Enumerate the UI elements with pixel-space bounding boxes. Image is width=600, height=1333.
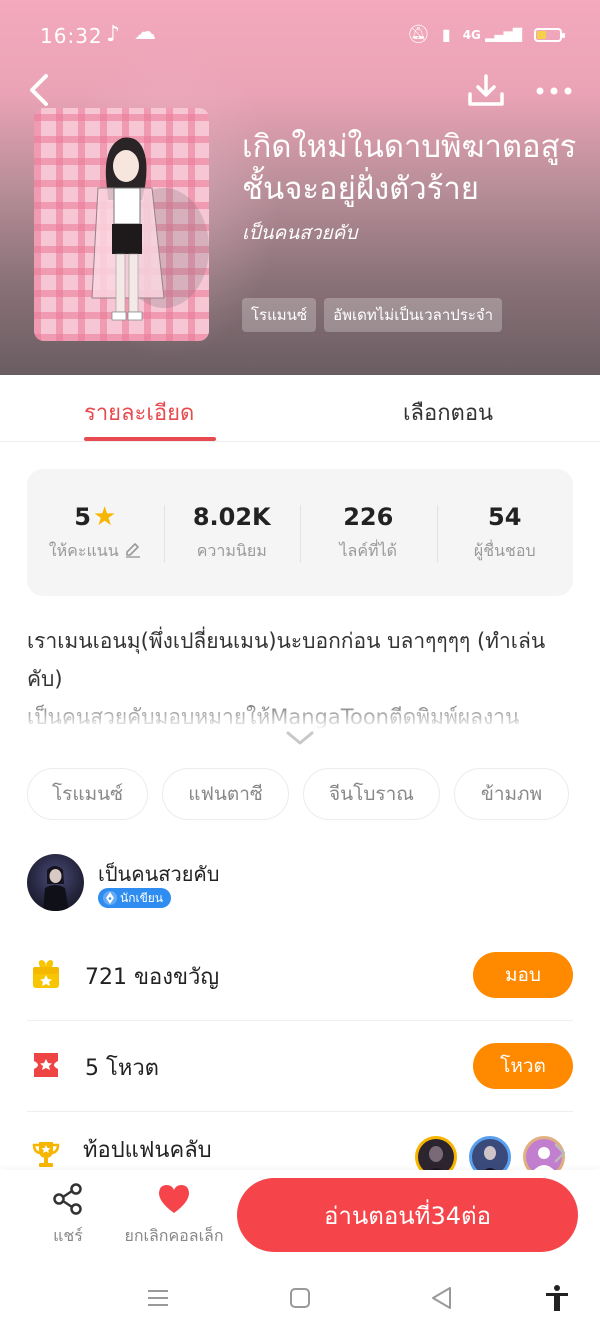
vote-row: 5 โหวต โหวต xyxy=(27,1021,573,1112)
share-button[interactable]: แชร์ xyxy=(38,1182,98,1249)
genre-chip[interactable]: แฟนตาซี xyxy=(162,768,289,820)
vote-label: โหวต xyxy=(106,1056,159,1081)
hero-tags: โรแมนซ์ อัพเดทไม่เป็นเวลาประจำ xyxy=(242,298,503,332)
likes-value: 226 xyxy=(343,503,394,531)
accessibility-icon[interactable] xyxy=(543,1284,571,1312)
description-fade xyxy=(0,690,600,730)
popularity-value: 8.02K xyxy=(192,503,271,531)
genre-chip[interactable]: ข้ามภพ xyxy=(454,768,569,820)
favorites-value: 54 xyxy=(488,503,522,531)
genre-chip[interactable]: จีนโบราณ xyxy=(303,768,440,820)
back-nav-icon[interactable] xyxy=(428,1284,456,1312)
status-bar: 16:32 ♪ ☁ 🔕︎ ▮ 4G ▂▄▆█ xyxy=(0,0,600,72)
cover-image[interactable] xyxy=(34,108,209,341)
vote-ticket-icon xyxy=(34,1053,58,1077)
comic-title: เกิดใหม่ในดาบพิฆาตอสูรชั้นจะอยู่ฝั่งตัวร… xyxy=(242,129,577,207)
heart-icon xyxy=(159,1185,189,1213)
avatar[interactable] xyxy=(27,854,84,911)
favorites-label: ผู้ชื่นชอบ xyxy=(473,541,536,560)
hero-tag-update: อัพเดทไม่เป็นเวลาประจำ xyxy=(324,298,503,332)
vote-count: 5 xyxy=(85,1056,99,1081)
tab-details[interactable]: รายละเอียด xyxy=(84,395,194,430)
fanclub-title: ท้อปแฟนคลับ xyxy=(83,1138,212,1163)
likes-label: ไลค์ที่ได้ xyxy=(339,541,398,560)
popularity-label: ความนิยม xyxy=(196,541,267,560)
hero-tag-genre[interactable]: โรแมนซ์ xyxy=(242,298,317,332)
continue-reading-button[interactable]: อ่านตอนที่34ต่อ xyxy=(237,1178,578,1252)
unfavorite-label: ยกเลิกคอลเล็ก xyxy=(124,1226,224,1245)
genre-chips: โรแมนซ์ แฟนตาซี จีนโบราณ ข้ามภพ xyxy=(27,768,569,820)
stats-card: 5★ ให้คะแนน 8.02K ความนิยม 226 ไลค์ที่ได… xyxy=(27,469,573,596)
rating-label: ให้คะแนน xyxy=(48,541,119,560)
stat-popularity: 8.02K ความนิยม xyxy=(163,501,301,564)
bottom-action-bar: แชร์ ยกเลิกคอลเล็ก อ่านตอนที่34ต่อ xyxy=(0,1170,600,1260)
status-icons: 🔕︎ ▮ 4G ▂▄▆█ xyxy=(407,24,565,45)
description-line-1: เราเมนเอนมุ(พึ่งเปลี่ยนเมน)นะบอกก่อน บลา… xyxy=(27,629,546,691)
gift-icon xyxy=(33,960,59,988)
gift-count: 721 xyxy=(85,965,127,990)
author-name[interactable]: เป็นคนสวยคับ xyxy=(98,858,219,890)
stat-rating[interactable]: 5★ ให้คะแนน xyxy=(27,501,164,564)
rating-value: 5 xyxy=(74,503,91,531)
download-icon[interactable] xyxy=(466,72,506,110)
pencil-icon[interactable] xyxy=(124,542,142,558)
comic-author[interactable]: เป็นคนสวยคับ xyxy=(242,218,357,248)
vote-text: 5 โหวต xyxy=(85,1050,159,1085)
stat-likes: 226 ไลค์ที่ได้ xyxy=(300,501,437,564)
vibrate-icon: ▮ xyxy=(441,25,451,44)
unfavorite-button[interactable]: ยกเลิกคอลเล็ก xyxy=(118,1182,230,1249)
gift-text: 721 ของขวัญ xyxy=(85,959,219,994)
cloud-icon: ☁ xyxy=(134,20,156,45)
stat-favorites: 54 ผู้ชื่นชอบ xyxy=(436,501,574,564)
trophy-icon xyxy=(32,1142,60,1167)
share-icon xyxy=(53,1183,82,1215)
tab-bar: รายละเอียด เลือกตอน xyxy=(0,375,600,442)
signal-text: 4G xyxy=(462,27,481,42)
battery-icon xyxy=(534,27,565,42)
status-time: 16:32 xyxy=(40,24,103,48)
tab-active-indicator xyxy=(84,437,216,441)
cover-character-illustration xyxy=(91,137,209,321)
genre-chip[interactable]: โรแมนซ์ xyxy=(27,768,148,820)
share-label: แชร์ xyxy=(53,1226,83,1245)
bell-off-icon: 🔕︎ xyxy=(407,24,430,45)
back-icon[interactable] xyxy=(22,70,58,110)
tab-episodes[interactable]: เลือกตอน xyxy=(403,395,493,430)
writer-badge: นักเขียน xyxy=(98,888,172,908)
menu-icon[interactable] xyxy=(144,1284,172,1312)
pen-nib-icon xyxy=(103,891,117,905)
chevron-right-icon[interactable] xyxy=(553,1142,567,1164)
vote-button[interactable]: โหวต xyxy=(473,1043,573,1089)
give-gift-button[interactable]: มอบ xyxy=(473,952,573,998)
header-hero: 16:32 ♪ ☁ 🔕︎ ▮ 4G ▂▄▆█ เกิดใหม่ในดาบพิฆา… xyxy=(0,0,600,375)
writer-badge-label: นักเขียน xyxy=(120,891,164,905)
gift-row: 721 ของขวัญ มอบ xyxy=(27,930,573,1021)
gift-label: ของขวัญ xyxy=(134,965,220,990)
chevron-down-icon[interactable] xyxy=(284,728,316,748)
system-nav-bar xyxy=(0,1262,600,1333)
home-icon[interactable] xyxy=(286,1284,314,1312)
signal-icon: 4G ▂▄▆█ xyxy=(462,27,522,42)
star-icon: ★ xyxy=(92,502,117,532)
more-icon[interactable] xyxy=(534,78,574,104)
tiktok-icon: ♪ xyxy=(106,22,121,47)
